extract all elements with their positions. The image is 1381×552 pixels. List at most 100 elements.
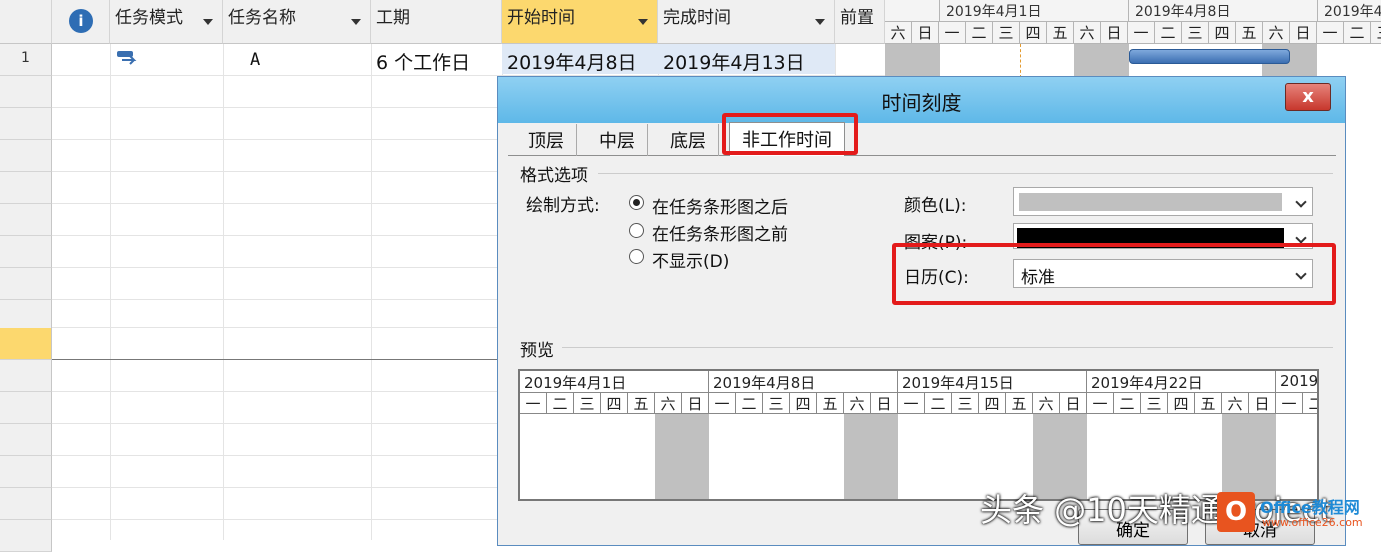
column-header-start[interactable]: 开始时间 <box>502 0 658 44</box>
preview-day-header: 四 <box>1168 393 1195 414</box>
radio-in-front-of-bars[interactable] <box>629 223 644 238</box>
tab-middle-tier[interactable]: 中层 <box>587 124 648 156</box>
preview-day-header: 二 <box>1303 393 1317 414</box>
row-number[interactable] <box>0 392 52 424</box>
gantt-day-header: 一 <box>939 22 966 44</box>
column-header-duration[interactable]: 工期 <box>371 0 502 44</box>
preview-day-header: 三 <box>952 393 979 414</box>
radio-behind-bars[interactable] <box>629 195 644 210</box>
radio-behind-bars-label: 在任务条形图之后 <box>652 198 788 218</box>
auto-schedule-task-icon <box>116 48 142 72</box>
gantt-day-header: 三 <box>1371 22 1381 44</box>
gantt-day-header: 四 <box>1020 22 1047 44</box>
row-number[interactable] <box>0 268 52 300</box>
row-number[interactable] <box>0 204 52 236</box>
draw-label: 绘制方式: <box>526 196 600 216</box>
dropdown-arrow-icon[interactable] <box>815 19 825 25</box>
column-header-task-mode[interactable]: 任务模式 <box>110 0 223 44</box>
gantt-day-header: 六 <box>1263 22 1290 44</box>
row-number[interactable]: 1 <box>0 44 52 76</box>
row-number[interactable] <box>0 76 52 108</box>
gantt-task-bar[interactable] <box>1129 49 1290 64</box>
gantt-day-header: 六 <box>1074 22 1101 44</box>
column-header-predecessors[interactable]: 前置 <box>835 0 885 44</box>
preview-day-header: 三 <box>574 393 601 414</box>
nonworking-shade <box>885 44 940 78</box>
preview-day-header: 一 <box>1276 393 1303 414</box>
dropdown-arrow-icon[interactable] <box>351 19 361 25</box>
indicators-column-header[interactable]: i <box>52 0 110 44</box>
preview-day-header: 一 <box>520 393 547 414</box>
preview-day-header: 日 <box>682 393 709 414</box>
gantt-week-header: 2019年4月1日 <box>940 0 1129 22</box>
preview-day-header: 五 <box>817 393 844 414</box>
row-number[interactable] <box>0 360 52 392</box>
dropdown-arrow-icon[interactable] <box>203 19 213 25</box>
preview-day-header: 二 <box>736 393 763 414</box>
row-number-selected[interactable] <box>0 328 52 360</box>
finish-cell[interactable]: 2019年4月13日 <box>658 44 835 74</box>
timescale-dialog: 时间刻度 x 顶层 中层 底层 非工作时间 格式选项 绘制方式: 在任务条形图之… <box>497 76 1346 546</box>
row-number[interactable] <box>0 520 52 552</box>
preview-day-header: 一 <box>1087 393 1114 414</box>
format-options-label: 格式选项 <box>520 166 588 186</box>
preview-day-header: 日 <box>1060 393 1087 414</box>
start-cell[interactable]: 2019年4月8日 <box>502 44 658 74</box>
color-swatch <box>1019 193 1282 211</box>
gantt-day-header: 二 <box>1155 22 1182 44</box>
preview-nonworking-shade <box>844 414 898 499</box>
row-number[interactable] <box>0 456 52 488</box>
preview-day-header: 六 <box>844 393 871 414</box>
preview-day-header: 五 <box>1006 393 1033 414</box>
preview-week-header: 2019年4月22日 <box>1087 371 1276 393</box>
tab-top-tier[interactable]: 顶层 <box>516 124 577 156</box>
gantt-day-header: 日 <box>912 22 939 44</box>
color-dropdown[interactable] <box>1013 187 1313 216</box>
radio-do-not-draw-label: 不显示(D) <box>652 252 730 272</box>
row-number[interactable] <box>0 140 52 172</box>
gantt-day-header: 一 <box>1317 22 1344 44</box>
tab-bottom-tier[interactable]: 底层 <box>658 124 719 156</box>
task-name-cell[interactable]: A <box>245 44 265 74</box>
preview-day-header: 三 <box>1141 393 1168 414</box>
logo-text: Office教程网 <box>1260 498 1360 517</box>
row-number[interactable] <box>0 172 52 204</box>
row-number[interactable] <box>0 424 52 456</box>
radio-do-not-draw[interactable] <box>629 249 644 264</box>
info-icon: i <box>69 9 93 33</box>
highlight-box-calendar <box>892 243 1336 305</box>
row-number[interactable] <box>0 108 52 140</box>
duration-cell[interactable]: 6 个工作日 <box>371 44 475 74</box>
gantt-day-header: 二 <box>1344 22 1371 44</box>
preview-day-header: 六 <box>1033 393 1060 414</box>
preview-day-header: 五 <box>1195 393 1222 414</box>
preview-day-header: 三 <box>763 393 790 414</box>
chevron-down-icon <box>1295 232 1307 244</box>
row-number[interactable] <box>0 236 52 268</box>
preview-day-header: 六 <box>1222 393 1249 414</box>
radio-in-front-label: 在任务条形图之前 <box>652 225 788 245</box>
preview-week-header: 2019年4月8日 <box>709 371 898 393</box>
preview-label: 预览 <box>520 341 554 361</box>
preview-day-header: 日 <box>1249 393 1276 414</box>
preview-panel: 2019年4月1日 2019年4月8日 2019年4月15日 2019年4月22… <box>518 369 1319 501</box>
preview-day-header: 一 <box>709 393 736 414</box>
gantt-week-header: 2019年4月8日 <box>1129 0 1318 22</box>
preview-day-header: 二 <box>925 393 952 414</box>
preview-day-header: 四 <box>601 393 628 414</box>
preview-week-header: 2019 <box>1276 371 1317 393</box>
gantt-week-header: 2019年4 <box>1318 0 1381 22</box>
preview-nonworking-shade <box>655 414 709 499</box>
color-label: 颜色(L): <box>904 196 967 216</box>
office-logo-icon: O <box>1217 492 1255 532</box>
dropdown-arrow-icon[interactable] <box>638 19 648 25</box>
preview-day-header: 六 <box>655 393 682 414</box>
row-number[interactable] <box>0 488 52 520</box>
gantt-day-header: 日 <box>1290 22 1317 44</box>
select-all-corner[interactable] <box>0 0 52 44</box>
column-header-task-name[interactable]: 任务名称 <box>223 0 371 44</box>
column-header-finish[interactable]: 完成时间 <box>658 0 835 44</box>
close-icon[interactable]: x <box>1285 83 1331 111</box>
nonworking-shade <box>1074 44 1129 78</box>
gantt-day-header: 三 <box>993 22 1020 44</box>
